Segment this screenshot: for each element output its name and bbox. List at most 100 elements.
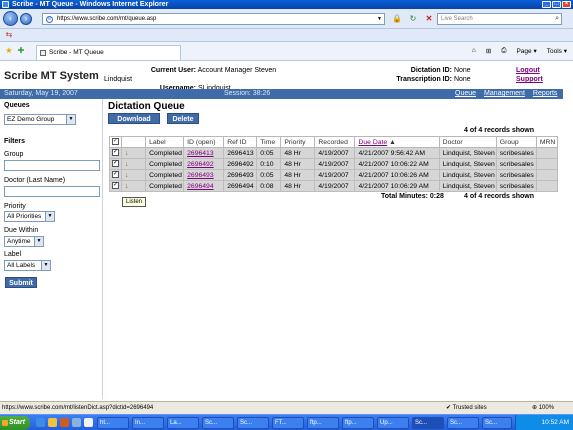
back-button[interactable]: ‹ — [3, 11, 18, 26]
favorites-star-icon[interactable]: ★ — [4, 46, 14, 56]
col-doctor[interactable]: Doctor — [438, 136, 497, 148]
label-select[interactable]: All Labels ▼ — [4, 260, 51, 271]
taskbar-item[interactable]: ht... — [97, 417, 129, 429]
open-dictation-link[interactable]: 2696493 — [187, 172, 213, 179]
open-dictation-link[interactable]: 2696492 — [187, 161, 213, 168]
chevron-down-icon: ▼ — [34, 237, 43, 246]
stop-icon[interactable]: ✕ — [424, 14, 434, 24]
add-favorite-icon[interactable]: ✚ — [16, 46, 26, 56]
support-link[interactable]: Support — [516, 75, 543, 84]
nav-reports-link[interactable]: Reports — [533, 89, 558, 99]
taskbar-item[interactable]: ftp... — [342, 417, 374, 429]
submit-button[interactable]: Submit — [5, 277, 37, 288]
cell-ref-id: 2696493 — [223, 169, 258, 181]
row-checkbox[interactable]: ✓ — [108, 158, 123, 170]
cell-id[interactable]: 2696494 — [183, 180, 225, 192]
cell-mrn — [535, 147, 559, 159]
row-checkbox[interactable]: ✓ — [108, 169, 123, 181]
taskbar-item[interactable]: FT... — [272, 417, 304, 429]
home-icon[interactable]: ⌂ — [472, 47, 476, 55]
logout-link[interactable]: Logout — [516, 66, 543, 75]
close-button[interactable]: × — [562, 1, 571, 8]
favorites-bar: ★ ✚ Scribe - MT Queue ⌂ ⊞ ⎙ Page ▾ Tools… — [0, 42, 573, 61]
queue-select[interactable]: EZ Demo Group ▼ — [4, 114, 76, 125]
due-date-sort-link[interactable]: Due Date — [358, 139, 387, 146]
listen-icon[interactable]: ↓ — [121, 147, 147, 159]
forward-button[interactable]: › — [20, 13, 32, 25]
refresh-icon[interactable]: ↻ — [408, 14, 418, 24]
tab-label: Scribe - MT Queue — [49, 49, 104, 56]
cell-id[interactable]: 2696413 — [183, 147, 225, 159]
taskbar-item[interactable]: Sc... — [237, 417, 269, 429]
quicklaunch-folder-icon[interactable] — [48, 418, 57, 427]
cell-group: scribesales — [495, 169, 537, 181]
tools-menu[interactable]: Tools ▾ — [547, 47, 567, 55]
col-priority[interactable]: Priority — [280, 136, 316, 148]
search-placeholder: Live Search — [441, 16, 473, 22]
cell-id[interactable]: 2696493 — [183, 169, 225, 181]
open-dictation-link[interactable]: 2696494 — [187, 183, 213, 190]
zoom-level[interactable]: ⊕ 100% — [532, 402, 554, 414]
address-url: https://www.scribe.com/mt/queue.asp — [57, 16, 157, 22]
lock-icon[interactable]: 🔒 — [392, 14, 402, 24]
taskbar-item[interactable]: In... — [132, 417, 164, 429]
col-recorded[interactable]: Recorded — [314, 136, 356, 148]
quicklaunch-desktop-icon[interactable] — [72, 418, 81, 427]
search-icon[interactable]: ⌕ — [555, 14, 559, 24]
maximize-button[interactable]: □ — [552, 1, 561, 8]
quicklaunch-ie-icon[interactable] — [36, 418, 45, 427]
taskbar-item[interactable]: Sc... — [482, 417, 512, 429]
security-zone-label: Trusted sites — [452, 405, 487, 411]
col-time[interactable]: Time — [256, 136, 282, 148]
row-checkbox[interactable]: ✓ — [108, 180, 123, 192]
taskbar-item[interactable]: Sc... — [202, 417, 234, 429]
taskbar-item[interactable]: ftp... — [307, 417, 339, 429]
group-field[interactable] — [4, 160, 100, 171]
priority-select[interactable]: All Priorities ▼ — [4, 211, 55, 222]
nav-management-link[interactable]: Management — [484, 89, 525, 99]
col-ref-id[interactable]: Ref ID — [223, 136, 258, 148]
start-button[interactable]: Start — [0, 416, 30, 430]
browser-tab[interactable]: Scribe - MT Queue — [36, 45, 181, 60]
quicklaunch-search-icon[interactable] — [84, 418, 93, 427]
priority-select-value: All Priorities — [7, 213, 42, 220]
cell-recorded: 4/19/2007 — [314, 180, 356, 192]
feeds-icon[interactable]: ⊞ — [486, 47, 491, 55]
cell-time: 0:10 — [256, 158, 282, 170]
totals-row: Total Minutes: 0:28 4 of 4 records shown — [381, 193, 534, 200]
taskbar-item[interactable]: Sc... — [447, 417, 479, 429]
cell-id[interactable]: 2696492 — [183, 158, 225, 170]
cell-recorded: 4/19/2007 — [314, 147, 356, 159]
col-due-date[interactable]: Due Date ▲ — [354, 136, 440, 148]
search-input[interactable]: Live Search ⌕ — [437, 13, 562, 25]
col-id[interactable]: ID (open) — [183, 136, 225, 148]
delete-button[interactable]: Delete — [167, 113, 199, 124]
doctor-field[interactable] — [4, 186, 100, 197]
select-all-checkbox[interactable]: ✓ — [108, 136, 123, 148]
nav-queue-link[interactable]: Queue — [455, 89, 476, 99]
col-label[interactable]: Label — [145, 136, 185, 148]
listen-icon[interactable]: ↓ — [121, 169, 147, 181]
listen-icon[interactable]: ↓ — [121, 180, 147, 192]
open-dictation-link[interactable]: 2696413 — [187, 150, 213, 157]
col-group[interactable]: Group — [495, 136, 537, 148]
due-within-label: Due Within — [4, 227, 39, 234]
col-mrn[interactable]: MRN — [535, 136, 559, 148]
taskbar-item[interactable]: La... — [167, 417, 199, 429]
address-field[interactable]: e https://www.scribe.com/mt/queue.asp ▼ — [42, 13, 385, 25]
current-user-label: Current User: — [150, 67, 196, 74]
quicklaunch-app-icon[interactable] — [60, 418, 69, 427]
listen-icon[interactable]: ↓ — [121, 158, 147, 170]
taskbar-item[interactable]: Up... — [377, 417, 409, 429]
due-within-select[interactable]: Anytime ▼ — [4, 236, 44, 247]
print-icon[interactable]: ⎙ — [501, 47, 506, 55]
taskbar-item-active[interactable]: Sc... — [412, 417, 444, 429]
page-menu[interactable]: Page ▾ — [516, 47, 536, 55]
links-icon[interactable]: ⇆ — [4, 30, 14, 40]
row-checkbox[interactable]: ✓ — [108, 147, 123, 159]
minimize-button[interactable]: _ — [542, 1, 551, 8]
due-within-select-value: Anytime — [7, 238, 31, 245]
security-zone: ✔ Trusted sites — [446, 402, 487, 414]
download-button[interactable]: Download — [108, 113, 160, 124]
address-dropdown-icon[interactable]: ▼ — [377, 14, 382, 24]
